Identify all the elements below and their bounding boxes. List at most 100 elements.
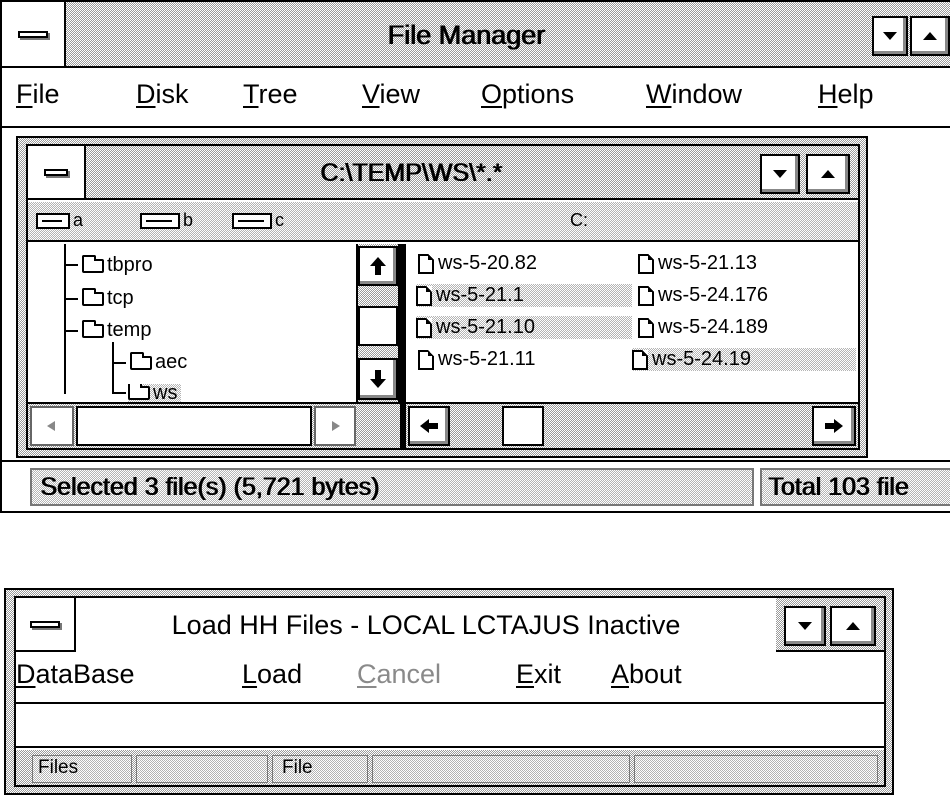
tree-scroll-down-button[interactable]	[358, 358, 398, 400]
load-window-minimize-button[interactable]	[784, 606, 826, 646]
document-icon	[632, 349, 648, 370]
arrow-right-icon	[332, 421, 340, 431]
folder-icon	[130, 351, 152, 370]
file-item[interactable]: ws-5-20.82	[418, 252, 537, 275]
tree-item-label: tbpro	[107, 254, 153, 276]
menu-tree[interactable]: Tree	[243, 79, 298, 110]
arrow-up-icon	[370, 257, 386, 275]
menu-database[interactable]: DataBase	[16, 659, 135, 690]
tree-scroll-left-button[interactable]	[30, 406, 74, 446]
menu-help-key: H	[818, 79, 838, 109]
maximize-icon	[821, 170, 835, 178]
menu-view[interactable]: View	[362, 79, 420, 110]
menu-exit[interactable]: Exit	[516, 659, 561, 690]
file-item[interactable]: ws-5-24.176	[638, 284, 768, 307]
file-item-selected[interactable]: ws-5-24.19	[632, 348, 856, 371]
file-item-selected[interactable]: ws-5-21.10	[416, 316, 632, 339]
drive-b[interactable]: b	[140, 210, 193, 231]
minimize-icon	[773, 170, 787, 178]
tree-scroll-right-button[interactable]	[314, 406, 356, 446]
folder-icon	[82, 319, 104, 338]
arrow-left-icon	[47, 421, 55, 431]
drive-c[interactable]: c	[232, 210, 284, 231]
system-menu-icon	[18, 30, 48, 38]
file-item[interactable]: ws-5-21.13	[638, 252, 757, 275]
menu-cancel-rest: ancel	[376, 659, 442, 689]
menu-disk[interactable]: Disk	[136, 79, 189, 110]
menu-file[interactable]: File	[16, 79, 60, 110]
load-window-system-menu-button[interactable]	[16, 598, 76, 652]
maximize-icon	[923, 32, 937, 40]
document-icon	[638, 285, 654, 306]
menu-cancel[interactable]: Cancel	[357, 659, 441, 690]
load-window-maximize-button[interactable]	[830, 606, 876, 646]
tree-item-label: temp	[107, 319, 152, 341]
menu-exit-key: E	[516, 659, 535, 689]
document-icon	[418, 253, 434, 274]
menu-view-key: V	[362, 79, 380, 109]
tree-item-ws[interactable]: ws	[128, 384, 182, 402]
tree-item-tbpro[interactable]: tbpro	[82, 254, 153, 277]
tree-connector-line	[112, 392, 126, 394]
file-name: ws-5-21.1	[436, 284, 524, 306]
file-scroll-thumb[interactable]	[502, 406, 544, 446]
menu-load-rest: oad	[257, 659, 303, 689]
drive-b-label: b	[183, 210, 194, 230]
system-menu-icon	[30, 620, 60, 628]
file-manager-minimize-button[interactable]	[872, 16, 908, 56]
drive-a[interactable]: a	[36, 210, 83, 231]
menu-window-key: W	[646, 79, 672, 109]
menu-options[interactable]: Options	[481, 79, 574, 110]
arrow-down-icon	[370, 370, 386, 388]
menu-disk-key: D	[136, 79, 156, 109]
tree-scroll-thumb[interactable]	[358, 306, 398, 346]
menu-window[interactable]: Window	[646, 79, 742, 110]
file-item[interactable]: ws-5-21.11	[418, 348, 535, 371]
file-name: ws-5-24.176	[658, 284, 769, 306]
menu-options-rest: ptions	[502, 79, 575, 109]
menu-disk-rest: isk	[155, 79, 189, 109]
maximize-icon	[846, 622, 860, 630]
menu-cancel-key: C	[357, 659, 377, 689]
document-icon	[638, 317, 654, 338]
floppy-drive-icon	[140, 212, 180, 229]
tree-connector-line	[112, 362, 126, 364]
load-window-client-area	[16, 706, 884, 748]
arrow-right-icon	[825, 419, 843, 433]
tree-item-tcp[interactable]: tcp	[82, 287, 134, 310]
document-icon	[416, 317, 432, 338]
menu-tree-key: T	[243, 79, 259, 109]
directory-window-maximize-button[interactable]	[806, 154, 850, 194]
drive-c-label: c	[275, 210, 284, 230]
drive-a-label: a	[73, 210, 84, 230]
tree-item-label: tcp	[107, 287, 134, 309]
tree-item-aec[interactable]: aec	[130, 351, 187, 374]
file-manager-maximize-button[interactable]	[910, 16, 950, 56]
directory-window-system-menu-button[interactable]	[28, 146, 86, 200]
file-scroll-left-button[interactable]	[408, 406, 450, 446]
file-item-selected[interactable]: ws-5-21.1	[416, 284, 632, 307]
menu-help[interactable]: Help	[818, 79, 874, 110]
menu-exit-rest: xit	[534, 659, 562, 689]
file-list-horizontal-scrollbar[interactable]	[406, 402, 858, 448]
file-scroll-right-button[interactable]	[812, 406, 856, 446]
directory-window-title: C:\TEMP\WS\*.*	[320, 158, 502, 187]
file-name: ws-5-21.13	[658, 252, 757, 274]
menu-about[interactable]: About	[611, 659, 682, 690]
file-name: ws-5-20.82	[438, 252, 537, 274]
folder-icon	[82, 287, 104, 306]
tree-connector-line	[64, 298, 78, 300]
directory-window-minimize-button[interactable]	[760, 154, 800, 194]
folder-icon	[82, 254, 104, 273]
tree-scroll-up-button[interactable]	[358, 246, 398, 286]
file-manager-system-menu-button[interactable]	[2, 2, 66, 68]
tree-connector-line	[64, 330, 78, 332]
menu-tree-rest: ree	[258, 79, 298, 109]
menu-load[interactable]: Load	[242, 659, 302, 690]
minimize-icon	[883, 32, 897, 40]
tree-item-temp[interactable]: temp	[82, 319, 151, 342]
tree-scroll-track[interactable]	[76, 406, 312, 446]
file-manager-title: File Manager	[387, 19, 545, 50]
file-item[interactable]: ws-5-24.189	[638, 316, 768, 339]
file-name: ws-5-24.189	[658, 316, 769, 338]
